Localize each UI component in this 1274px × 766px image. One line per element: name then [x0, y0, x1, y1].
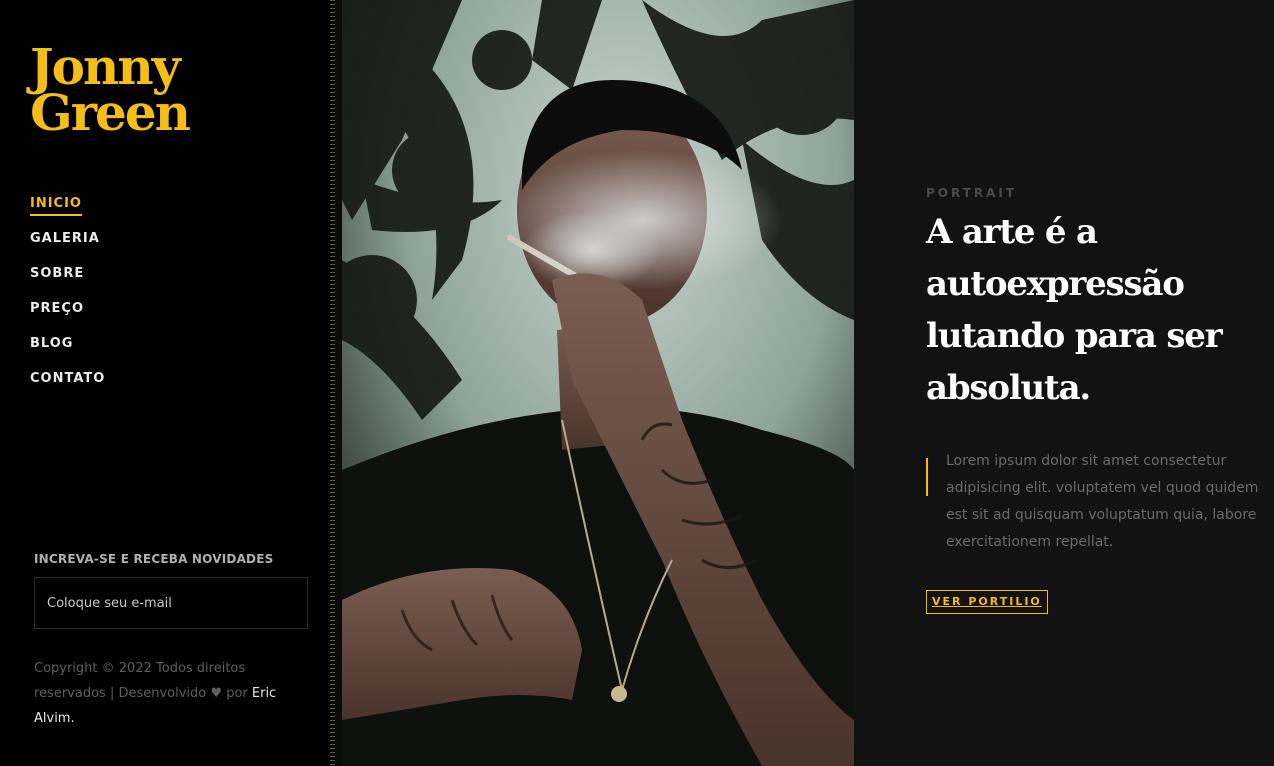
nav-item-sobre: SOBRE	[30, 262, 105, 297]
nav-link-inicio[interactable]: INICIO	[30, 196, 82, 216]
page: Jonny Green INICIO GALERIA SOBRE PREÇO B…	[0, 0, 1274, 766]
nav-link-preco[interactable]: PREÇO	[30, 301, 84, 319]
nav-item-inicio: INICIO	[30, 192, 105, 227]
ruler-divider	[330, 0, 342, 766]
hero-quote: Lorem ipsum dolor sit amet consectetur a…	[926, 448, 1274, 556]
nav-link-contato[interactable]: CONTATO	[30, 371, 105, 389]
nav-link-sobre[interactable]: SOBRE	[30, 266, 84, 284]
hero-quote-text: Lorem ipsum dolor sit amet consectetur a…	[946, 453, 1259, 550]
hero-section: PORTRAIT A arte é a autoexpressão lutand…	[926, 186, 1274, 614]
nav-link-blog[interactable]: BLOG	[30, 336, 73, 354]
view-portfolio-button[interactable]: VER PORTILIO	[926, 590, 1048, 614]
nav-item-blog: BLOG	[30, 332, 105, 367]
brand-line-2: Green	[30, 83, 191, 142]
copyright: Copyright © 2022 Todos direitos reservad…	[34, 656, 304, 731]
brand-logo[interactable]: Jonny Green	[30, 42, 191, 142]
email-input[interactable]	[34, 577, 308, 629]
main-nav: INICIO GALERIA SOBRE PREÇO BLOG CONTATO	[30, 192, 105, 402]
hero-eyebrow: PORTRAIT	[926, 186, 1018, 200]
newsletter-title: INCREVA-SE E RECEBA NOVIDADES	[34, 552, 274, 566]
nav-item-preco: PREÇO	[30, 297, 105, 332]
hero-headline: A arte é a autoexpressão lutando para se…	[926, 212, 1223, 408]
copyright-by: por	[226, 686, 248, 701]
nav-link-galeria[interactable]: GALERIA	[30, 231, 100, 249]
sidebar: Jonny Green INICIO GALERIA SOBRE PREÇO B…	[0, 0, 330, 766]
quote-accent-bar	[926, 458, 928, 496]
nav-item-contato: CONTATO	[30, 367, 105, 402]
nav-item-galeria: GALERIA	[30, 227, 105, 262]
newsletter: INCREVA-SE E RECEBA NOVIDADES	[34, 552, 308, 629]
hero-photo	[342, 0, 854, 766]
portrait-image	[342, 0, 854, 766]
heart-icon: ♥	[210, 686, 223, 701]
